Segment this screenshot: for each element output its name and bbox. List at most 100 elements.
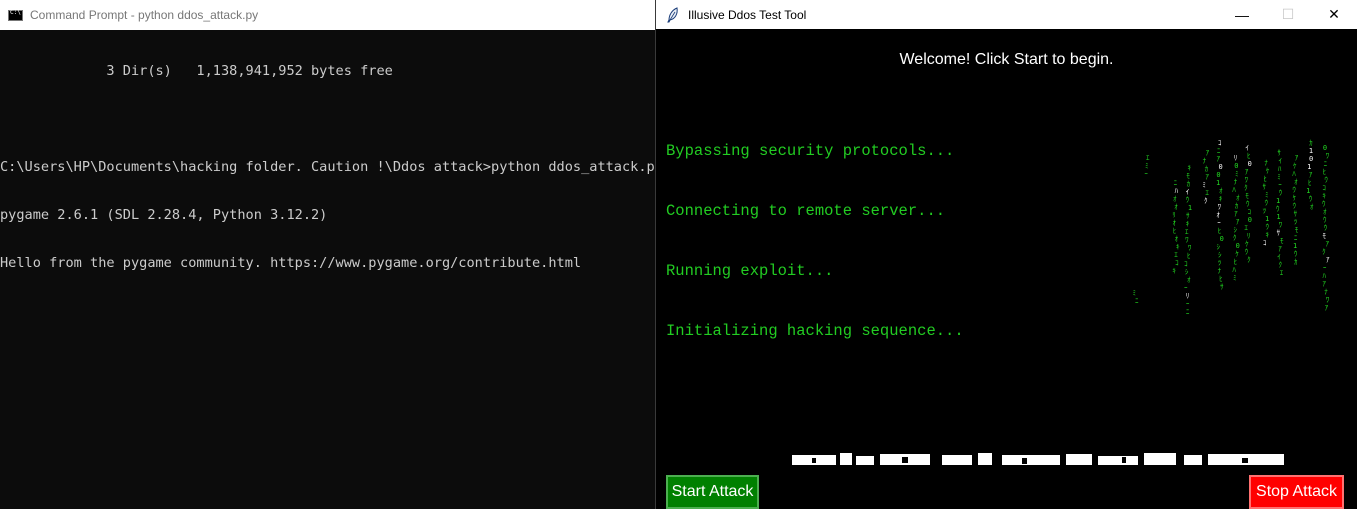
matrix-glyph: ｳ [1246, 200, 1250, 208]
matrix-glyph: ｵ [1187, 276, 1191, 284]
matrix-glyph: ｱ [1309, 171, 1313, 179]
matrix-glyph: 0 [1234, 162, 1238, 170]
matrix-glyph: ｰ [1184, 284, 1188, 292]
matrix-glyph: ｳ [1265, 223, 1269, 231]
stop-attack-button[interactable]: Stop Attack [1249, 475, 1344, 509]
matrix-glyph: ｲ [1245, 144, 1249, 152]
matrix-glyph: 1 [1309, 147, 1313, 155]
matrix-glyph: ｳ [1186, 196, 1190, 204]
matrix-glyph: ｳ [1276, 205, 1280, 213]
matrix-glyph: ｻ [1186, 212, 1190, 220]
matrix-glyph: ｱ [1236, 218, 1240, 226]
matrix-glyph: ﾅ [1218, 267, 1222, 275]
matrix-glyph: ｺ [1322, 184, 1326, 192]
matrix-glyph: ﾜ [1217, 203, 1221, 211]
log-line: Connecting to remote server... [666, 202, 946, 220]
matrix-glyph: ｳ [1292, 186, 1296, 194]
matrix-glyph: ｱ [1322, 280, 1326, 288]
matrix-glyph: ｵ [1172, 219, 1176, 227]
console-icon [8, 9, 23, 21]
matrix-glyph: ﾊ [1232, 186, 1236, 194]
matrix-glyph: 1 [1276, 197, 1280, 205]
matrix-glyph: ﾓ [1323, 232, 1327, 240]
matrix-glyph: ﾐ [1202, 181, 1206, 189]
matrix-glyph: ﾊ [1232, 266, 1236, 274]
matrix-glyph: ｸ [1204, 197, 1208, 205]
feather-icon [667, 6, 678, 22]
matrix-glyph: ｴ [1244, 224, 1248, 232]
matrix-glyph: ｱ [1325, 304, 1329, 312]
matrix-glyph: ｸ [1233, 234, 1237, 242]
matrix-rain-animation: ｴﾐｰﾆﾊｵｵﾘｵﾋｵｷｴｺｷｷﾓｶｲｳ1ｻｷｴﾜﾜﾋｺｼｵｰﾘｰﾆｱﾅｶｱﾐｴ… [1133, 139, 1330, 316]
matrix-glyph: ｶ [1309, 139, 1313, 147]
matrix-glyph: ｰ [1144, 170, 1148, 178]
close-button[interactable]: ✕ [1311, 0, 1357, 29]
matrix-glyph: ﾋ [1323, 168, 1327, 176]
matrix-glyph: ﾋ [1308, 179, 1312, 187]
matrix-glyph: ｰ [1186, 300, 1190, 308]
matrix-glyph: ﾆ [1217, 147, 1221, 155]
minimize-button[interactable]: — [1219, 0, 1265, 29]
matrix-glyph: ﾆ [1135, 297, 1139, 305]
matrix-glyph: ｵ [1323, 208, 1327, 216]
matrix-glyph: ｺ [1263, 239, 1267, 247]
matrix-glyph: ｲ [1278, 157, 1282, 165]
matrix-glyph: ﾜ [1245, 176, 1249, 184]
matrix-glyph: ﾐ [1235, 170, 1239, 178]
matrix-glyph: ﾅ [1264, 159, 1268, 167]
matrix-glyph: 0 [1236, 242, 1240, 250]
matrix-glyph: ｵ [1219, 187, 1223, 195]
app-titlebar[interactable]: Illusive Ddos Test Tool — ☐ ✕ [656, 0, 1357, 29]
matrix-glyph: ｱ [1234, 210, 1238, 218]
matrix-glyph: ﾊ [1322, 272, 1326, 280]
matrix-glyph: ﾐ [1133, 289, 1137, 297]
matrix-glyph: ﾜ [1326, 296, 1330, 304]
matrix-glyph: ｷ [1322, 192, 1326, 200]
matrix-glyph: ﾐ [1265, 191, 1269, 199]
matrix-glyph: ﾜ [1326, 152, 1330, 160]
matrix-glyph: ｳ [1322, 200, 1326, 208]
glitch-banner-graphic [792, 453, 1284, 465]
matrix-glyph: ﾅ [1203, 157, 1207, 165]
matrix-glyph: ｴ [1174, 251, 1178, 259]
matrix-glyph: ｶ [1235, 202, 1239, 210]
matrix-glyph: ｱ [1245, 168, 1249, 176]
matrix-glyph: 1 [1307, 163, 1311, 171]
matrix-glyph: ｰ [1217, 219, 1221, 227]
matrix-glyph: 0 [1218, 163, 1222, 171]
log-line: Bypassing security protocols... [666, 142, 955, 160]
matrix-glyph: ﾓ [1245, 192, 1249, 200]
matrix-glyph: ﾂ [1218, 259, 1222, 267]
matrix-glyph: ｰ [1323, 264, 1327, 272]
matrix-glyph: ｵ [1173, 195, 1177, 203]
matrix-glyph: 0 [1323, 144, 1327, 152]
matrix-glyph: ﾊ [1175, 187, 1179, 195]
matrix-glyph: ﾓ [1186, 172, 1190, 180]
matrix-glyph: ｹ [1266, 167, 1270, 175]
app-canvas: Welcome! Click Start to begin. Bypassing… [656, 29, 1357, 509]
matrix-glyph: ｸ [1322, 248, 1326, 256]
matrix-glyph: ｵ [1294, 178, 1298, 186]
matrix-glyph: 1 [1306, 187, 1310, 195]
matrix-glyph: ｳ [1264, 199, 1268, 207]
matrix-glyph: ｲ [1277, 253, 1281, 261]
matrix-glyph: ﾅ [1324, 288, 1328, 296]
matrix-glyph: ｴ [1205, 189, 1209, 197]
cmd-line: 3 Dir(s) 1,138,941,952 bytes free [0, 63, 393, 79]
start-attack-button[interactable]: Start Attack [666, 475, 759, 509]
matrix-glyph: 0 [1220, 235, 1224, 243]
command-prompt-window: Command Prompt - python ddos_attack.py 3… [0, 0, 663, 509]
matrix-glyph: ｶ [1294, 258, 1298, 266]
matrix-glyph: ｻ [1277, 149, 1281, 157]
matrix-glyph: ｰ [1278, 181, 1282, 189]
matrix-glyph: ﾋ [1218, 227, 1222, 235]
matrix-glyph: ｶ [1205, 165, 1209, 173]
matrix-glyph: ｺ [1248, 208, 1252, 216]
matrix-glyph: 0 [1309, 155, 1313, 163]
matrix-glyph: ｻ [1277, 229, 1281, 237]
cmd-titlebar[interactable]: Command Prompt - python ddos_attack.py [0, 0, 655, 30]
log-line: Initializing hacking sequence... [666, 322, 964, 340]
maximize-button[interactable]: ☐ [1265, 0, 1311, 29]
cmd-output[interactable]: 3 Dir(s) 1,138,941,952 bytes free C:\Use… [0, 30, 663, 303]
matrix-glyph: ｼ [1218, 251, 1222, 259]
